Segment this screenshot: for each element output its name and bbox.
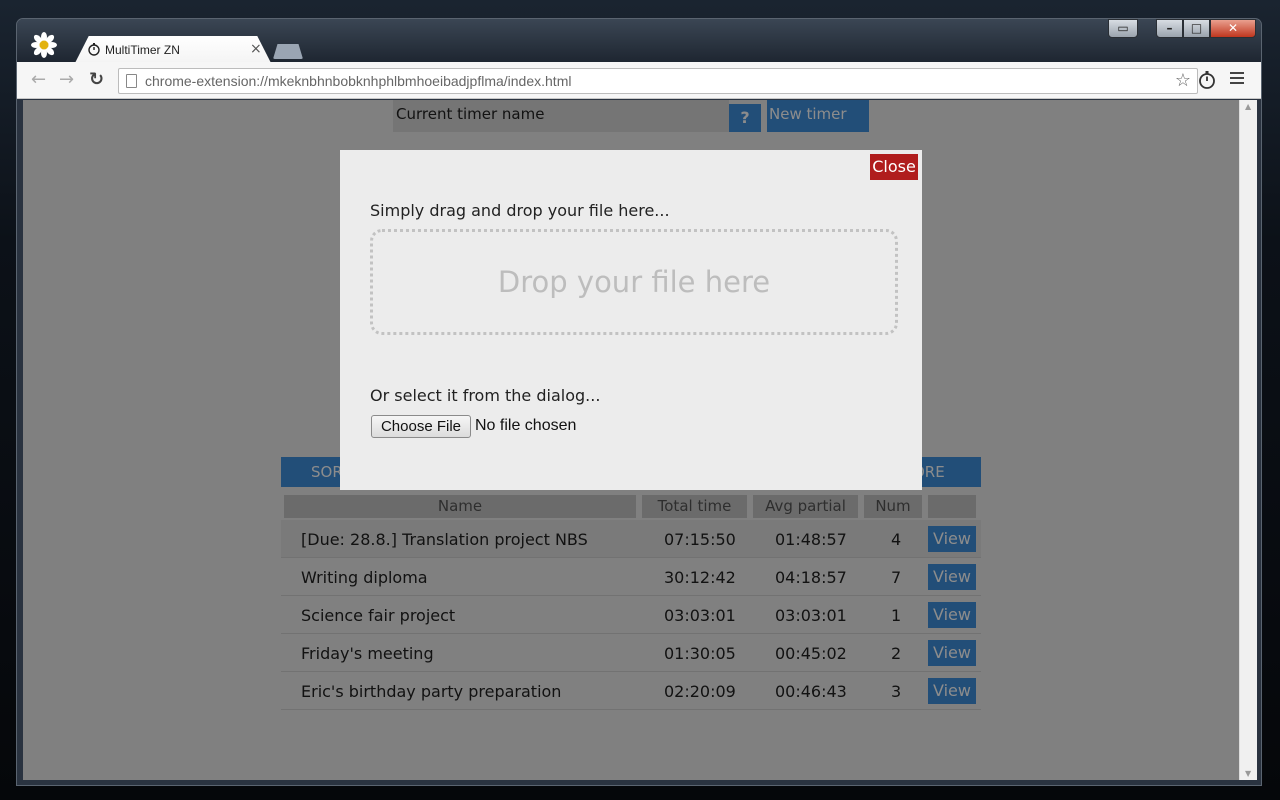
tab-title: MultiTimer ZN [105, 43, 180, 57]
close-button[interactable]: Close [870, 154, 918, 180]
browser-window: MultiTimer ZN × ▭ – □ ✕ ← → ↻ chrome-ext… [16, 18, 1262, 786]
window-bottom-border [17, 780, 1261, 785]
page-icon [126, 74, 137, 88]
menu-icon[interactable] [1230, 72, 1244, 87]
import-dialog: Close Simply drag and drop your file her… [340, 150, 922, 490]
daisy-logo-icon [31, 32, 57, 58]
dropzone-label: Drop your file here [497, 265, 771, 299]
close-x-icon: ✕ [1227, 21, 1239, 35]
extension-stopwatch-icon[interactable] [1197, 70, 1217, 90]
scroll-down-icon[interactable]: ▼ [1245, 769, 1251, 778]
minimize-icon: – [1166, 21, 1173, 35]
file-status: No file chosen [475, 417, 577, 434]
profile-button[interactable]: ▭ [1108, 19, 1138, 38]
minimize-button[interactable]: – [1156, 19, 1183, 38]
reload-icon[interactable]: ↻ [89, 71, 104, 89]
back-arrow-icon[interactable]: ← [31, 71, 46, 89]
choose-file-button[interactable]: Choose File [371, 415, 471, 438]
maximize-button[interactable]: □ [1183, 19, 1210, 38]
new-tab-button[interactable] [273, 44, 303, 59]
page-viewport: Current timer name ? New timer SOR ORE N… [23, 100, 1239, 780]
vertical-scrollbar[interactable]: ▲ ▼ [1239, 100, 1257, 780]
tab-close-icon[interactable]: × [250, 42, 262, 56]
select-hint: Or select it from the dialog... [370, 386, 601, 405]
maximize-icon: □ [1190, 21, 1203, 35]
browser-toolbar: ← → ↻ chrome-extension://mkeknbhnbobknhp… [17, 62, 1261, 99]
forward-arrow-icon[interactable]: → [59, 71, 74, 89]
profile-icon: ▭ [1117, 21, 1129, 35]
address-bar[interactable]: chrome-extension://mkeknbhnbobknhphlbmho… [118, 68, 1198, 94]
stopwatch-icon [88, 43, 100, 56]
file-dropzone[interactable]: Drop your file here [370, 229, 898, 335]
url-text: chrome-extension://mkeknbhnbobknhphlbmho… [145, 73, 572, 89]
drag-hint: Simply drag and drop your file here... [370, 201, 670, 220]
title-bar: MultiTimer ZN × ▭ – □ ✕ [17, 19, 1261, 63]
scroll-up-icon[interactable]: ▲ [1245, 102, 1251, 111]
bookmark-star-icon[interactable]: ☆ [1175, 70, 1191, 91]
window-close-button[interactable]: ✕ [1210, 19, 1256, 38]
